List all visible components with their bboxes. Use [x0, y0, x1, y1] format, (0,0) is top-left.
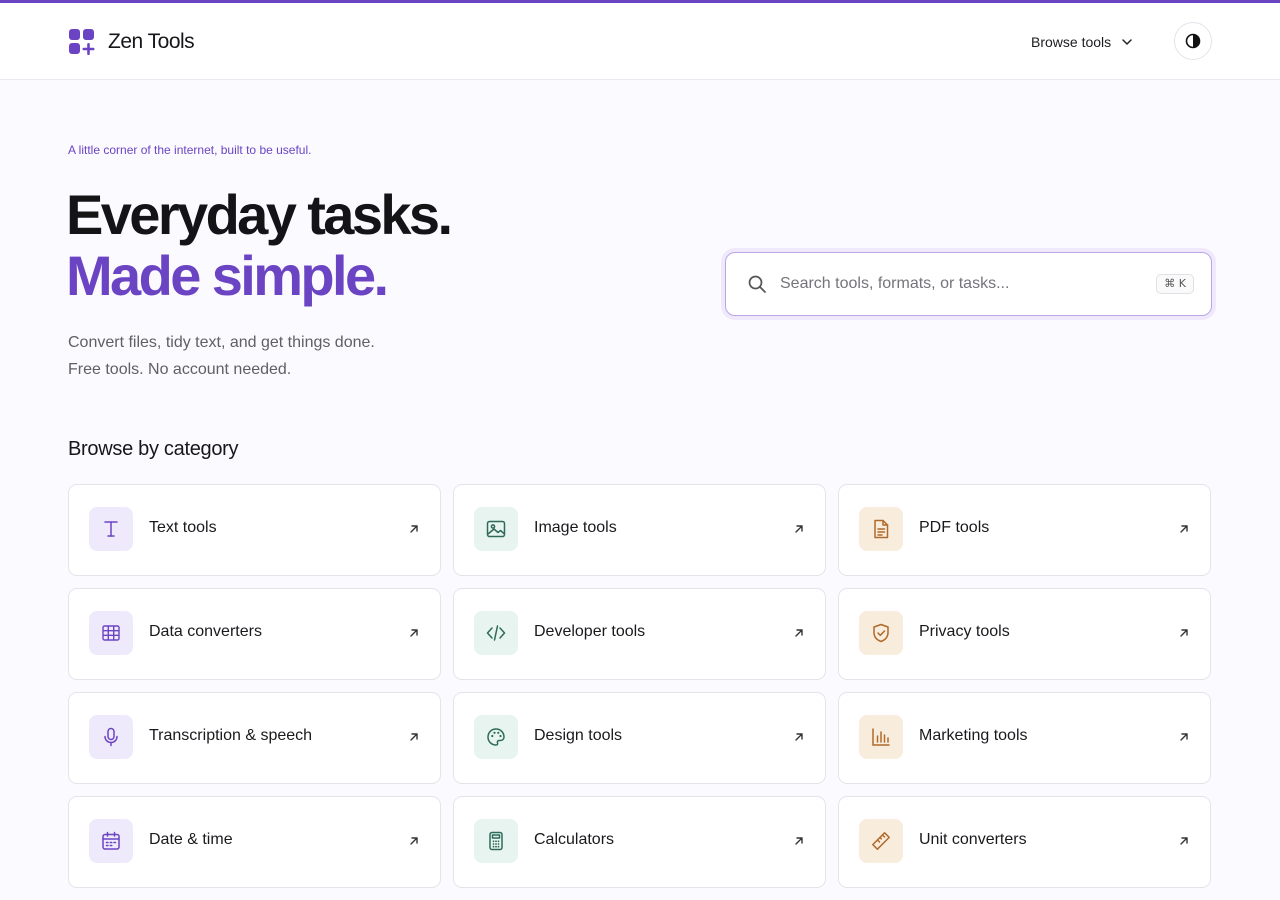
category-card-date-time[interactable]: Date & time — [68, 796, 441, 888]
search-box: ⌘ K — [725, 252, 1212, 316]
category-card-design-tools[interactable]: Design tools — [453, 692, 826, 784]
category-label: Privacy tools — [919, 623, 1010, 640]
arrow-up-right-icon — [1180, 837, 1188, 845]
search-input[interactable] — [780, 275, 1140, 293]
category-label: Unit converters — [919, 831, 1027, 848]
category-icon-tile — [859, 819, 903, 863]
category-card-image-tools[interactable]: Image tools — [453, 484, 826, 576]
arrow-up-right-icon — [410, 525, 418, 533]
hero-heading-line2: Made simple. — [66, 244, 389, 307]
category-card-calculators[interactable]: Calculators — [453, 796, 826, 888]
arrow-up-right-icon — [795, 525, 803, 533]
category-label: Date & time — [149, 831, 233, 848]
category-card-transcription-speech[interactable]: Transcription & speech — [68, 692, 441, 784]
category-label: Design tools — [534, 727, 623, 744]
theme-toggle-button[interactable] — [1174, 22, 1212, 60]
arrow-up-right-icon — [1180, 629, 1188, 637]
hero-description-line2: Free tools. No account needed. — [68, 361, 292, 378]
chevron-down-icon — [1122, 39, 1132, 45]
arrow-up-right-icon — [795, 629, 803, 637]
category-label: Image tools — [534, 519, 617, 536]
browse-tools-button[interactable]: Browse tools — [1031, 30, 1133, 54]
microphone-icon — [104, 727, 118, 747]
logo-icon — [69, 29, 95, 55]
bar-chart-icon — [872, 728, 890, 746]
category-label: PDF tools — [919, 519, 990, 536]
category-icon-tile — [859, 611, 903, 655]
category-card-privacy-tools[interactable]: Privacy tools — [838, 588, 1211, 680]
arrow-up-right-icon — [410, 733, 418, 741]
ruler-icon — [872, 832, 890, 850]
arrow-up-right-icon — [795, 733, 803, 741]
category-card-text-tools[interactable]: Text tools — [68, 484, 441, 576]
brand-name: Zen Tools — [108, 30, 195, 53]
code-icon — [486, 625, 506, 641]
browse-tools-label: Browse tools — [1031, 34, 1112, 50]
category-icon-tile — [89, 611, 133, 655]
arrow-up-right-icon — [1180, 525, 1188, 533]
category-icon-tile — [474, 819, 518, 863]
calculator-icon — [489, 831, 503, 851]
category-icon-tile — [474, 715, 518, 759]
contrast-icon — [1185, 33, 1201, 49]
category-card-unit-converters[interactable]: Unit converters — [838, 796, 1211, 888]
site-header: Zen Tools Browse tools — [0, 3, 1280, 80]
arrow-up-right-icon — [410, 629, 418, 637]
category-icon-tile — [89, 819, 133, 863]
hero-description-line1: Convert files, tidy text, and get things… — [68, 334, 375, 351]
category-label: Transcription & speech — [149, 727, 313, 744]
category-label: Data converters — [149, 623, 262, 640]
table-icon — [102, 625, 120, 641]
category-card-pdf-tools[interactable]: PDF tools — [838, 484, 1211, 576]
hero-heading-line1: Everyday tasks. — [66, 183, 453, 246]
arrow-up-right-icon — [410, 837, 418, 845]
search-icon — [748, 275, 766, 293]
brand-logo-link[interactable]: Zen Tools — [68, 27, 195, 57]
category-label: Text tools — [149, 519, 217, 536]
shield-check-icon — [873, 623, 889, 643]
calendar-icon — [102, 831, 120, 850]
category-label: Marketing tools — [919, 727, 1028, 744]
document-icon — [874, 519, 889, 539]
category-icon-tile — [859, 507, 903, 551]
text-icon — [104, 521, 118, 537]
keyboard-shortcut-badge: ⌘ K — [1156, 274, 1194, 294]
hero-tagline: A little corner of the internet, built t… — [68, 143, 312, 157]
category-icon-tile — [474, 611, 518, 655]
arrow-up-right-icon — [1180, 733, 1188, 741]
category-icon-tile — [89, 715, 133, 759]
image-icon — [486, 520, 506, 538]
category-label: Calculators — [534, 831, 615, 848]
category-label: Developer tools — [534, 623, 646, 640]
category-card-data-converters[interactable]: Data converters — [68, 588, 441, 680]
category-icon-tile — [89, 507, 133, 551]
category-icon-tile — [474, 507, 518, 551]
category-card-developer-tools[interactable]: Developer tools — [453, 588, 826, 680]
category-card-marketing-tools[interactable]: Marketing tools — [838, 692, 1211, 784]
arrow-up-right-icon — [795, 837, 803, 845]
category-section-title: Browse by category — [68, 438, 239, 460]
palette-icon — [487, 728, 505, 746]
category-icon-tile — [859, 715, 903, 759]
